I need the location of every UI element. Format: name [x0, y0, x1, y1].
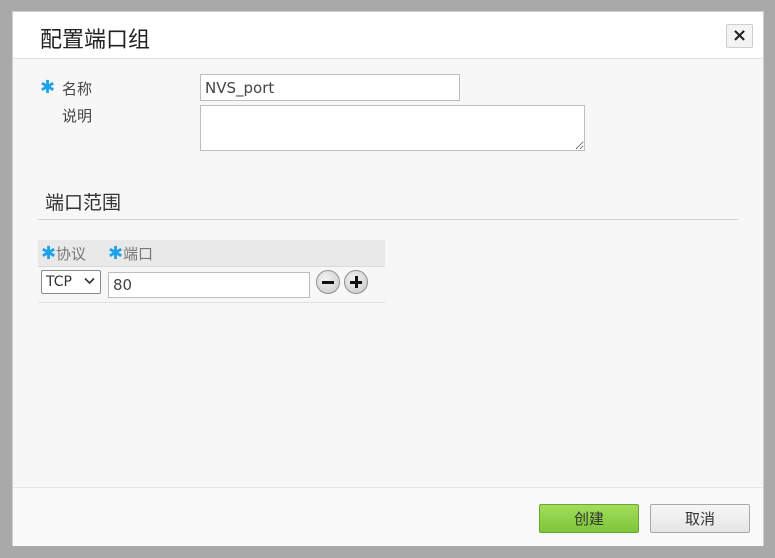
port-input[interactable] [108, 272, 310, 298]
minus-icon [322, 280, 334, 284]
create-button[interactable]: 创建 [539, 504, 639, 533]
close-button[interactable]: × [726, 24, 753, 48]
port-table-header: ✱ 协议 ✱ 端口 [38, 240, 385, 267]
port-range-table: ✱ 协议 ✱ 端口 TCP [38, 240, 385, 303]
dialog-footer: 创建 取消 [13, 487, 763, 546]
close-icon: × [731, 25, 748, 46]
column-header-port: 端口 [123, 245, 154, 263]
required-marker-name: ✱ [40, 77, 56, 98]
protocol-select[interactable]: TCP [41, 270, 101, 294]
description-label: 说明 [62, 107, 93, 125]
plus-icon [350, 276, 362, 288]
table-row: TCP [38, 267, 385, 303]
port-range-section-title: 端口范围 [45, 192, 122, 214]
name-input[interactable] [200, 74, 460, 101]
cancel-button[interactable]: 取消 [650, 504, 750, 533]
required-marker-port: ✱ [108, 243, 124, 264]
description-textarea[interactable] [200, 105, 585, 151]
remove-row-button[interactable] [316, 270, 340, 294]
configure-port-group-dialog: 配置端口组 × ✱ 名称 说明 端口范围 ✱ 协议 ✱ 端口 TCP [12, 11, 764, 546]
protocol-select-value: TCP [46, 274, 72, 290]
dialog-header: 配置端口组 × [13, 12, 763, 59]
column-header-protocol: 协议 [56, 245, 87, 263]
dialog-title: 配置端口组 [40, 28, 151, 53]
chevron-down-icon [84, 274, 95, 289]
add-row-button[interactable] [344, 270, 368, 294]
name-label: 名称 [62, 80, 93, 98]
section-divider [38, 219, 738, 220]
required-marker-protocol: ✱ [41, 243, 57, 264]
